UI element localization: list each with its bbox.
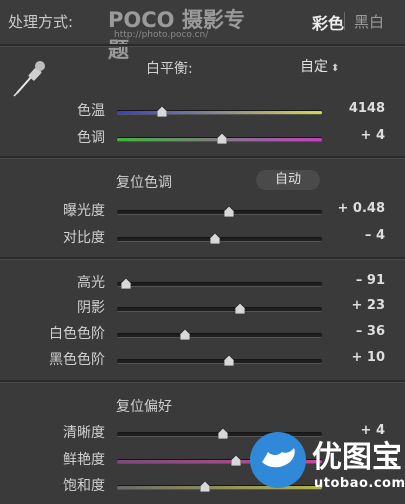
slider-thumb[interactable] xyxy=(216,133,227,144)
slider-label: 鲜艳度 xyxy=(63,452,105,468)
slider-value[interactable]: + 23 xyxy=(351,298,385,313)
reset-presence-label[interactable]: 复位偏好 xyxy=(116,396,172,416)
slider-value[interactable]: – 36 xyxy=(356,324,385,339)
slider-thumb[interactable] xyxy=(235,303,245,314)
slider-thumb[interactable] xyxy=(121,278,132,289)
slider-thumb[interactable] xyxy=(217,428,228,439)
tone-divider xyxy=(0,257,405,260)
slider-thumb[interactable] xyxy=(179,329,190,340)
eyedropper-tool[interactable] xyxy=(10,58,50,98)
poco-logo-url: http://photo.poco.cn/ xyxy=(114,30,209,40)
header-divider xyxy=(0,44,405,47)
slider-track[interactable] xyxy=(117,329,322,340)
bird-logo-icon xyxy=(250,432,306,488)
white-balance-value: 自定 xyxy=(300,59,328,75)
slider-label: 清晰度 xyxy=(63,425,105,441)
mode-separator xyxy=(344,12,345,30)
mode-color-button[interactable]: 彩色 xyxy=(312,10,344,34)
slider-thumb[interactable] xyxy=(200,481,211,492)
slider-label: 饱和度 xyxy=(63,478,105,494)
poco-logo: POCO 摄影专题 http://photo.poco.cn/ xyxy=(108,4,258,62)
utobao-watermark: 优图宝 utobao.com xyxy=(246,426,405,504)
slider-label: 对比度 xyxy=(63,230,105,246)
tone-detail-divider xyxy=(0,380,405,383)
slider-track[interactable] xyxy=(117,106,322,117)
slider-track[interactable] xyxy=(117,233,322,244)
auto-tone-button[interactable]: 自动 xyxy=(256,170,320,190)
slider-track[interactable] xyxy=(117,278,322,289)
slider-track[interactable] xyxy=(117,133,322,144)
treatment-label: 处理方式: xyxy=(8,13,74,31)
develop-panel: 处理方式: POCO 摄影专题 http://photo.poco.cn/ 彩色… xyxy=(0,0,405,504)
mode-bw-button[interactable]: 黑白 xyxy=(354,11,384,32)
slider-label: 高光 xyxy=(77,275,105,291)
eyedropper-icon xyxy=(13,61,45,97)
slider-label: 色调 xyxy=(77,130,105,146)
slider-label: 白色色阶 xyxy=(49,326,105,342)
watermark-title: 优图宝 xyxy=(312,440,402,475)
white-balance-label: 白平衡: xyxy=(146,61,193,77)
slider-track[interactable] xyxy=(117,355,322,366)
slider-label: 色温 xyxy=(77,103,105,119)
slider-value[interactable]: + 4 xyxy=(361,128,385,143)
white-balance-select[interactable]: 自定 ⬍ xyxy=(300,56,339,76)
panel-header: 处理方式: POCO 摄影专题 http://photo.poco.cn/ 彩色… xyxy=(0,0,405,62)
slider-track[interactable] xyxy=(117,303,322,314)
slider-value[interactable]: 4148 xyxy=(349,101,385,116)
slider-label: 阴影 xyxy=(77,300,105,316)
slider-value[interactable]: + 0.48 xyxy=(338,201,386,216)
reset-tone-label[interactable]: 复位色调 xyxy=(116,172,172,192)
slider-thumb[interactable] xyxy=(157,106,168,117)
slider-label: 曝光度 xyxy=(63,203,105,219)
slider-thumb[interactable] xyxy=(230,455,241,466)
updown-chevron-icon: ⬍ xyxy=(331,63,340,74)
slider-value[interactable]: – 4 xyxy=(365,228,385,243)
slider-thumb[interactable] xyxy=(223,355,234,366)
wb-divider xyxy=(0,156,405,159)
slider-value[interactable]: + 10 xyxy=(351,350,385,365)
watermark-url: utobao.com xyxy=(314,476,405,491)
slider-track[interactable] xyxy=(117,206,322,217)
slider-value[interactable]: – 91 xyxy=(356,273,385,288)
slider-thumb[interactable] xyxy=(223,206,234,217)
slider-thumb[interactable] xyxy=(210,233,221,244)
slider-label: 黑色色阶 xyxy=(49,352,105,368)
